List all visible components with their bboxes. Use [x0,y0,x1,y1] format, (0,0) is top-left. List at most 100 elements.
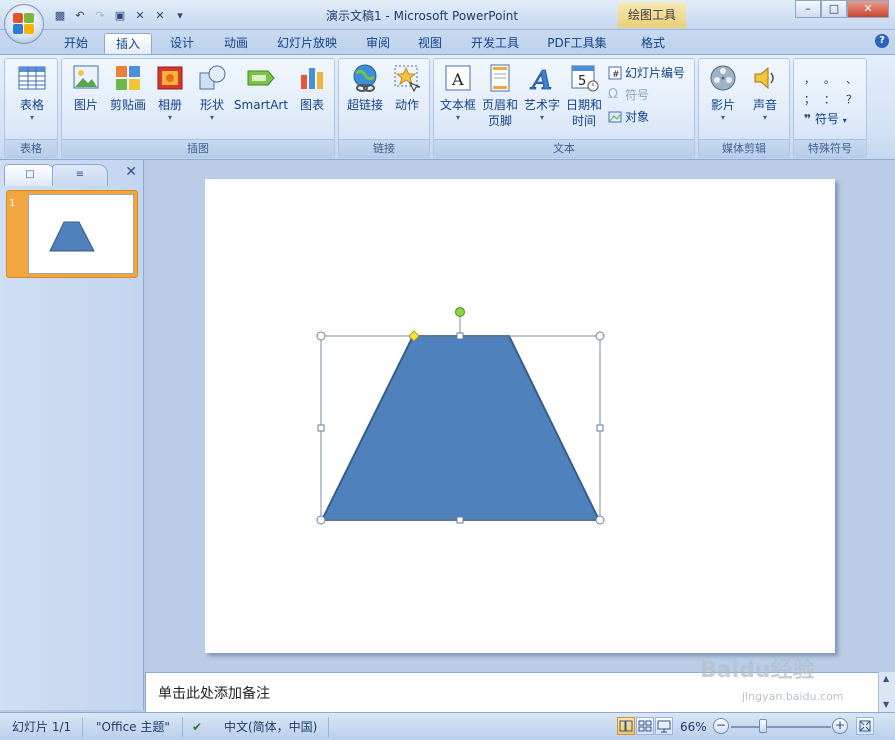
dropdown-arrow-icon: ▾ [720,113,725,122]
tab-review[interactable]: 审阅 [356,33,400,54]
panel-close-icon[interactable]: ✕ [125,164,137,180]
save-icon[interactable]: ▩ [52,8,68,24]
language-status[interactable]: 中文(简体，中国) [224,717,317,737]
close-button[interactable]: ✕ [847,0,889,18]
movie-button[interactable]: 影片 ▾ [703,63,743,123]
hyperlink-button[interactable]: 超链接 [343,63,387,113]
status-separator [82,717,83,737]
clipart-label: 剪贴画 [109,98,146,112]
resize-handle-bottom[interactable] [456,516,464,524]
slide-canvas[interactable] [205,179,835,653]
header-footer-button[interactable]: 页眉和 页脚 [478,63,522,129]
album-button[interactable]: 相册 ▾ [152,63,188,123]
tab-developer[interactable]: 开发工具 [464,33,526,54]
office-logo-icon [13,13,35,35]
clipart-icon [113,63,143,93]
wordart-button[interactable]: A 艺术字 ▾ [522,63,562,123]
resize-handle-top[interactable] [456,332,464,340]
datetime-button[interactable]: 5 日期和 时间 [562,63,606,129]
symbol-enumeration-comma[interactable]: 、 [846,71,857,87]
symbol-colon[interactable]: ： [824,91,835,107]
clipart-button[interactable]: 剪贴画 [106,63,150,113]
slideshow-view-button[interactable] [655,717,673,735]
undo-icon[interactable]: ↶ [72,8,88,24]
picture-label: 图片 [73,98,98,112]
slide-thumbnail[interactable] [6,190,138,278]
resize-handle-left[interactable] [317,424,325,432]
slides-panel: □ ≡ ✕ 1 [0,160,144,710]
table-button[interactable]: 表格 ▾ [9,63,55,123]
tab-format[interactable]: 格式 [630,33,676,54]
zoom-slider[interactable] [731,726,831,728]
tab-slideshow[interactable]: 幻灯片放映 [270,33,344,54]
tab-slides[interactable]: □ [4,164,56,186]
shapes-icon [197,63,227,93]
object-button[interactable]: 对象 [608,107,649,127]
svg-text:#: # [612,70,620,80]
zoom-in-button[interactable]: + [832,718,848,734]
table-label: 表格 [19,98,44,112]
sound-button[interactable]: 声音 ▾ [745,63,785,123]
slide-sorter-view-button[interactable] [636,717,654,735]
symbol-small-button[interactable]: Ω 符号 [608,85,649,105]
dropdown-arrow-icon: ▾ [29,113,34,122]
slide-drawing [316,307,605,525]
calendar-clock-icon: 5 [569,63,599,93]
tab-insert[interactable]: 插入 [104,33,152,54]
smartart-button[interactable]: SmartArt [232,63,290,113]
zoom-out-button[interactable]: − [713,718,729,734]
resize-handle-top-right[interactable] [595,331,605,341]
notes-scrollbar[interactable]: ▲ ▼ [878,672,895,712]
tab-animation[interactable]: 动画 [214,33,258,54]
slide-counter: 幻灯片 1/1 [12,720,72,734]
redo-icon[interactable]: ↷ [92,8,108,24]
scroll-down-icon[interactable]: ▼ [883,700,889,709]
slideshow-icon [657,720,671,733]
outline-tab-icon: ≡ [75,169,85,180]
action-button[interactable]: 动作 [389,63,425,113]
normal-view-button[interactable] [617,717,635,735]
zoom-level[interactable]: 66% [680,717,707,737]
print-preview-icon[interactable]: ▣ [112,8,128,24]
spellcheck-icon[interactable]: ✔ [192,717,202,737]
office-button[interactable] [4,4,44,44]
chart-button[interactable]: 图表 [292,63,332,113]
resize-handle-right[interactable] [596,424,604,432]
context-tab-title: 绘图工具 [618,2,686,28]
fit-to-window-button[interactable] [856,717,874,735]
group-label-media: 媒体剪辑 [699,139,789,157]
resize-handle-top-left[interactable] [316,331,326,341]
tab-home[interactable]: 开始 [54,33,98,54]
quick-access-toolbar: ▩ ↶ ↷ ▣ ✕ ✕ ▾ [52,7,188,25]
scroll-up-icon[interactable]: ▲ [883,674,889,683]
tab-view[interactable]: 视图 [408,33,452,54]
tab-pdf-tools[interactable]: PDF工具集 [540,33,614,54]
textbox-button[interactable]: A 文本框 ▾ [438,63,478,123]
customize-qat-icon[interactable]: ▾ [172,8,188,24]
symbol-comma[interactable]: ， [804,71,815,87]
tool-x-icon[interactable]: ✕ [132,8,148,24]
symbol-semicolon[interactable]: ； [804,91,815,107]
dropdown-arrow-icon: ▾ [167,113,172,122]
tab-design[interactable]: 设计 [160,33,204,54]
fit-window-icon [859,720,871,732]
rotation-handle[interactable] [455,307,465,317]
symbol-question[interactable]: ？ [846,91,857,107]
tool-close-icon[interactable]: ✕ [152,8,168,24]
help-icon[interactable]: ? [875,34,889,48]
picture-button[interactable]: 图片 [66,63,106,113]
shapes-button[interactable]: 形状 ▾ [194,63,230,123]
resize-handle-bottom-left[interactable] [316,515,326,525]
minimize-button[interactable]: – [795,0,821,18]
symbol-button[interactable]: ❞ 符号 ▾ [804,109,847,129]
slide-number-button[interactable]: # 幻灯片编号 [608,63,685,83]
maximize-button[interactable]: □ [821,0,847,18]
tab-outline[interactable]: ≡ [52,164,108,186]
symbol-period[interactable]: 。 [824,71,835,87]
panel-tabs: □ ≡ [4,164,140,186]
chart-label: 图表 [299,98,324,112]
zoom-slider-thumb[interactable] [759,719,767,733]
symbol-button-label: 符号 [814,112,839,126]
resize-handle-bottom-right[interactable] [595,515,605,525]
trapezoid-shape[interactable] [320,335,601,521]
